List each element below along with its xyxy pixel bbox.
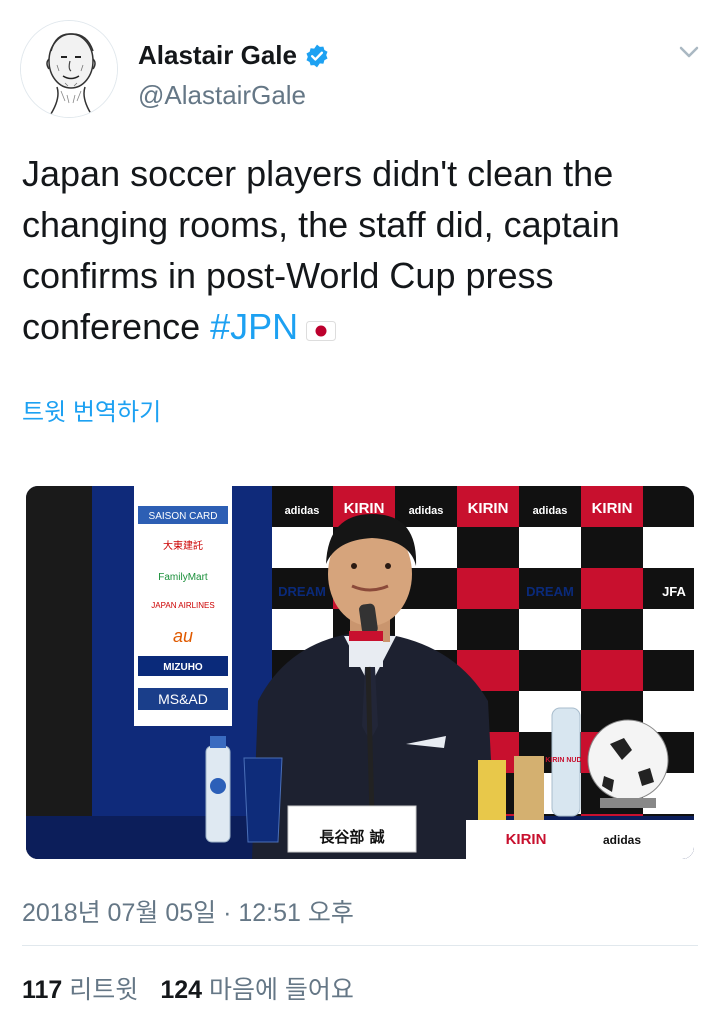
tweet-detail: Alastair Gale @AlastairGale Japan soccer…	[0, 0, 720, 1019]
sponsor-daito: 大東建託	[163, 539, 203, 552]
board-dream: DREAM	[278, 584, 326, 599]
tweet-stats: 117 리트윗 124 마음에 들어요	[22, 970, 354, 1006]
board-adidas-2: adidas	[409, 505, 444, 517]
divider	[22, 945, 698, 946]
board-dream-2: DREAM	[526, 584, 574, 599]
like-count-value: 124	[160, 976, 203, 1004]
board-adidas-1: adidas	[285, 505, 320, 517]
tweet-timestamp[interactable]: 2018년 07월 05일 · 12:51 오후	[22, 893, 354, 929]
author-name[interactable]: Alastair Gale	[138, 40, 330, 71]
like-count[interactable]: 124 마음에 들어요	[160, 976, 354, 1004]
table-sign-kirin: KIRIN	[506, 831, 547, 848]
translate-tweet-link[interactable]: 트윗 번역하기	[22, 392, 161, 427]
avatar-portrait-icon	[21, 21, 117, 117]
chevron-down-icon[interactable]	[676, 42, 702, 62]
like-label: 마음에 들어요	[208, 976, 354, 1004]
author-handle[interactable]: @AlastairGale	[138, 80, 306, 111]
water-bottle-label: KIRIN NUDA	[545, 757, 586, 764]
avatar[interactable]	[20, 20, 118, 118]
author-name-text[interactable]: Alastair Gale	[138, 40, 297, 71]
tweet-media-photo[interactable]: SAISON CARD 大東建託 FamilyMart JAPAN AIRLIN…	[26, 486, 694, 859]
sponsor-familymart: FamilyMart	[158, 572, 208, 583]
press-conference-image: SAISON CARD 大東建託 FamilyMart JAPAN AIRLIN…	[26, 486, 694, 859]
retweet-label: 리트윗	[69, 976, 139, 1004]
table-sign-adidas: adidas	[603, 833, 641, 847]
tweet-text: Japan soccer players didn't clean the ch…	[22, 148, 712, 352]
japan-flag-icon	[306, 303, 337, 341]
board-jfa: JFA	[662, 584, 686, 599]
board-kirin-2: KIRIN	[468, 500, 509, 517]
sponsor-saison: SAISON CARD	[149, 511, 218, 522]
sponsor-au: au	[173, 626, 193, 646]
board-adidas-3: adidas	[533, 505, 568, 517]
board-kirin-3: KIRIN	[592, 500, 633, 517]
hashtag-link[interactable]: #JPN	[210, 306, 298, 347]
sponsor-mizuho: MIZUHO	[163, 662, 203, 673]
verified-badge-icon	[306, 44, 328, 67]
retweet-count[interactable]: 117 리트윗	[22, 976, 138, 1004]
sponsor-msad: MS&AD	[158, 691, 208, 707]
sponsor-jal: JAPAN AIRLINES	[151, 601, 214, 610]
nameplate-text: 長谷部 誠	[319, 828, 384, 846]
retweet-count-value: 117	[22, 976, 63, 1004]
